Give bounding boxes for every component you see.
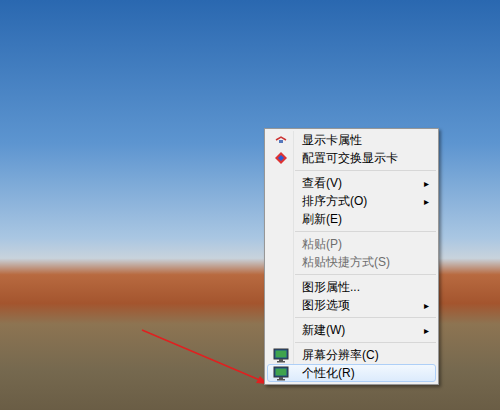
menu-item-label: 图形属性... xyxy=(294,279,360,295)
menu-item[interactable]: 排序方式(O) ▸ xyxy=(267,192,436,210)
menu-item-label: 排序方式(O) xyxy=(294,193,367,209)
menu-item-label: 粘贴快捷方式(S) xyxy=(294,254,390,270)
submenu-arrow: ▸ xyxy=(424,176,435,191)
menu-item[interactable]: 配置可交换显示卡 xyxy=(267,149,436,167)
menu-item-label: 图形选项 xyxy=(294,297,350,313)
menu-item-label: 查看(V) xyxy=(294,175,342,191)
menu-item[interactable]: 新建(W) ▸ xyxy=(267,321,436,339)
menu-item-label: 配置可交换显示卡 xyxy=(294,150,398,166)
menu-item-label: 显示卡属性 xyxy=(294,132,362,148)
menu-item[interactable]: 显示卡属性 xyxy=(267,131,436,149)
graphics-icon xyxy=(274,133,288,147)
menu-item[interactable]: 图形属性... xyxy=(267,278,436,296)
menu-item-label: 屏幕分辨率(C) xyxy=(294,347,379,363)
submenu-arrow: ▸ xyxy=(424,194,435,209)
submenu-arrow: ▸ xyxy=(424,298,435,313)
desktop: 显示卡属性配置可交换显示卡查看(V) ▸ 排序方式(O) ▸ 刷新(E) 粘贴(P) 粘贴快… xyxy=(0,0,500,410)
menu-item[interactable]: 粘贴快捷方式(S) xyxy=(267,253,436,271)
menu-item-label: 个性化(R) xyxy=(294,365,355,381)
menu-item[interactable]: 查看(V) ▸ xyxy=(267,174,436,192)
context-menu: 显示卡属性配置可交换显示卡查看(V) ▸ 排序方式(O) ▸ 刷新(E) 粘贴(P) 粘贴快… xyxy=(264,128,439,385)
submenu-arrow: ▸ xyxy=(424,323,435,338)
menu-item[interactable]: 图形选项 ▸ xyxy=(267,296,436,314)
menu-item-label: 新建(W) xyxy=(294,322,345,338)
menu-item-label: 粘贴(P) xyxy=(294,236,342,252)
switchable-graphics-icon xyxy=(274,151,288,165)
menu-item[interactable]: 屏幕分辨率(C) xyxy=(267,346,436,364)
personalize-icon xyxy=(273,366,289,381)
screen-resolution-icon xyxy=(273,348,289,363)
menu-item[interactable]: 粘贴(P) xyxy=(267,235,436,253)
menu-item-label: 刷新(E) xyxy=(294,211,342,227)
menu-item[interactable]: 刷新(E) xyxy=(267,210,436,228)
menu-item[interactable]: 个性化(R) xyxy=(267,364,436,382)
